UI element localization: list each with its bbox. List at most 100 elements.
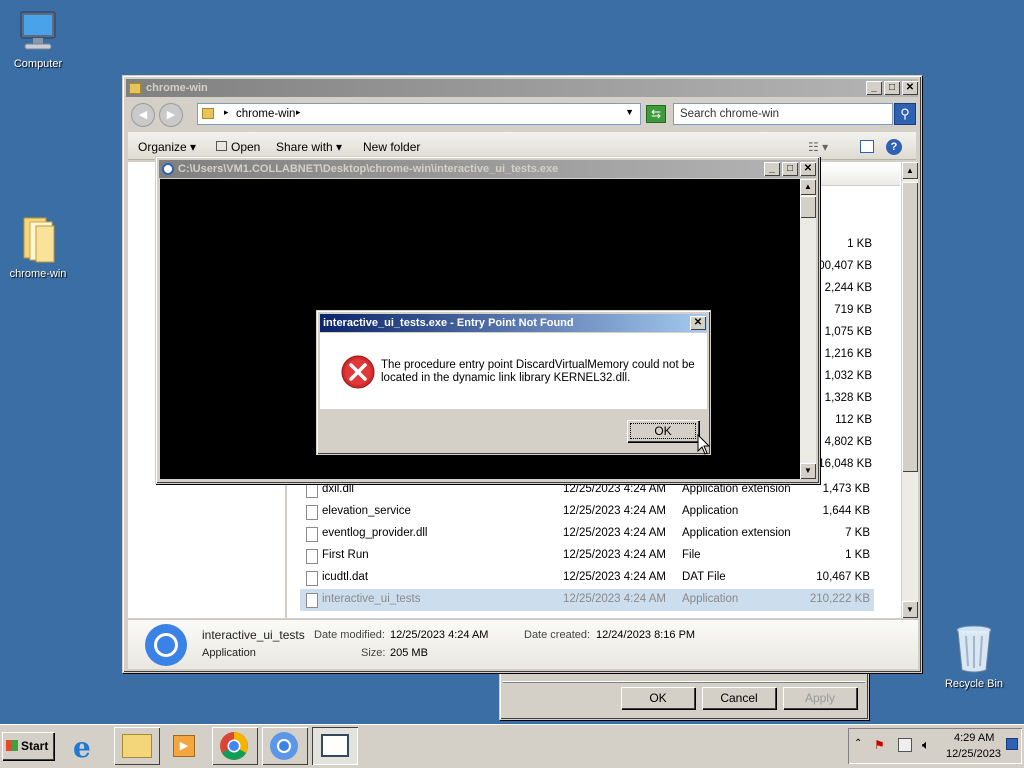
refresh-button[interactable]: ⇆ [646,105,666,123]
start-button[interactable]: Start [2,732,54,760]
clock-date[interactable]: 12/25/2023 [946,748,1001,760]
new-folder-button[interactable]: New folder [363,140,420,154]
taskbar-chromium[interactable] [262,727,308,765]
file-row[interactable]: elevation_service 12/25/2023 4:24 AM Appli… [300,501,874,523]
action-center-icon[interactable]: ⚑ [874,738,888,752]
file-row[interactable]: interactive_ui_tests 12/25/2023 4:24 AM Ap… [300,589,874,611]
explorer-folder-icon [122,734,152,758]
help-icon[interactable]: ? [886,139,902,155]
file-size-cell: 1,216 KB [824,348,872,360]
file-size: 1,473 KB [822,483,870,495]
folder-small-icon [129,82,141,94]
address-dropdown-icon[interactable]: ▼ [625,107,634,117]
folder-icon [23,217,55,263]
explorer-title: chrome-win [146,82,208,94]
file-type: Application extension [682,483,791,495]
file-size-cell: 2,244 KB [824,282,872,294]
file-row[interactable]: icudtl.dat 12/25/2023 4:24 AM DAT File 10,4… [300,567,874,589]
properties-cancel-button[interactable]: Cancel [702,687,776,709]
taskbar-chrome[interactable] [212,727,258,765]
close-button[interactable]: ✕ [902,81,918,95]
network-icon[interactable] [898,738,912,752]
breadcrumb-chevron-icon: ▸ [224,107,229,117]
details-size-value: 205 MB [390,647,428,659]
taskbar-explorer[interactable] [114,727,160,765]
console-maximize-button[interactable]: □ [782,162,798,176]
file-type: Application extension [682,527,791,539]
file-list-scrollbar[interactable]: ▲ ▼ [901,162,918,618]
file-size: 1,644 KB [822,505,870,517]
file-row[interactable]: First Run 12/25/2023 4:24 AM File 1 KB [300,545,874,567]
scroll-down-icon[interactable]: ▼ [902,601,918,618]
taskbar-console[interactable] [312,727,358,765]
properties-ok-button[interactable]: OK [621,687,695,709]
scroll-up-icon[interactable]: ▲ [902,162,918,179]
file-icon [306,505,318,520]
search-box[interactable]: Search chrome-win [673,103,893,125]
file-size-cell: 112 KB [835,414,872,426]
organize-menu[interactable]: Organize ▾ [138,140,196,154]
show-hidden-icons-icon[interactable]: ⌃ [854,738,862,749]
explorer-titlebar[interactable]: chrome-win _ □ ✕ [126,79,918,97]
console-scroll-down-icon[interactable]: ▼ [800,463,816,479]
file-row[interactable]: eventlog_provider.dll 12/25/2023 4:24 AM A… [300,523,874,545]
breadcrumb[interactable]: chrome-win [236,108,295,120]
search-button[interactable]: ⚲ [894,103,916,125]
console-scrollbar[interactable]: ▲ ▼ [800,179,816,479]
open-button[interactable]: Open [216,140,260,154]
back-button[interactable]: ◀ [131,103,155,127]
console-minimize-button[interactable]: _ [764,162,780,176]
console-close-button[interactable]: ✕ [800,162,816,176]
file-date: 12/25/2023 4:24 AM [563,571,666,583]
error-dialog-close-button[interactable]: ✕ [690,316,706,330]
recycle-bin-icon [956,625,992,673]
taskbar-ie[interactable]: e [66,727,112,765]
volume-icon[interactable]: 🔈︎ [922,737,930,753]
search-icon: ⚲ [900,106,910,121]
console-titlebar[interactable]: C:\Users\VM1.COLLABNET\Desktop\chrome-wi… [159,160,816,178]
details-pane: interactive_ui_tests Application Date mo… [128,619,918,669]
error-ok-button[interactable]: OK [627,420,699,442]
share-with-menu[interactable]: Share with ▾ [276,140,342,154]
file-date: 12/25/2023 4:24 AM [563,549,666,561]
file-icon [306,593,318,608]
chrome-app-icon [145,624,187,666]
properties-dialog: OK Cancel Apply [499,672,869,720]
open-icon [216,141,227,151]
search-input[interactable]: Search chrome-win [680,108,779,120]
console-window-icon [321,734,349,757]
show-desktop-icon[interactable] [1006,738,1018,750]
share-label: Share with [276,140,333,154]
view-options-icon[interactable]: ☷ ▾ [808,140,828,154]
recycle-bin-desktop-icon[interactable]: Recycle Bin [936,624,1012,690]
maximize-button[interactable]: □ [884,81,900,95]
column-header [820,164,900,186]
media-player-icon: ▶ [173,735,195,757]
console-scroll-thumb[interactable] [800,196,816,218]
address-bar[interactable]: ▸ chrome-win ▸ ▼ [197,103,641,125]
details-modified-value: 12/25/2023 4:24 AM [390,629,489,641]
taskbar-media-player[interactable]: ▶ [162,727,208,765]
chrome-win-desktop-icon[interactable]: chrome-win [0,212,76,280]
error-dialog-titlebar[interactable]: interactive_ui_tests.exe - Entry Point N… [320,314,707,332]
mouse-cursor-icon [697,434,711,455]
computer-label: Computer [13,58,63,70]
recycle-bin-label: Recycle Bin [944,678,1004,690]
file-type: File [682,549,701,561]
computer-desktop-icon[interactable]: Computer [0,10,76,70]
file-size-cell: 1 KB [847,238,872,250]
clock-time[interactable]: 4:29 AM [954,732,994,744]
internet-explorer-icon: e [73,731,91,764]
minimize-button[interactable]: _ [866,81,882,95]
console-app-icon [162,163,174,175]
forward-button[interactable]: ▶ [159,103,183,127]
error-dialog-title: interactive_ui_tests.exe - Entry Point N… [323,317,574,329]
file-type: DAT File [682,571,726,583]
start-label: Start [21,739,49,753]
console-scroll-up-icon[interactable]: ▲ [800,179,816,195]
file-date: 12/25/2023 4:24 AM [563,593,666,605]
preview-pane-icon[interactable] [860,140,874,153]
file-type: Application [682,505,739,517]
computer-icon [20,11,56,50]
scroll-thumb[interactable] [902,182,918,472]
